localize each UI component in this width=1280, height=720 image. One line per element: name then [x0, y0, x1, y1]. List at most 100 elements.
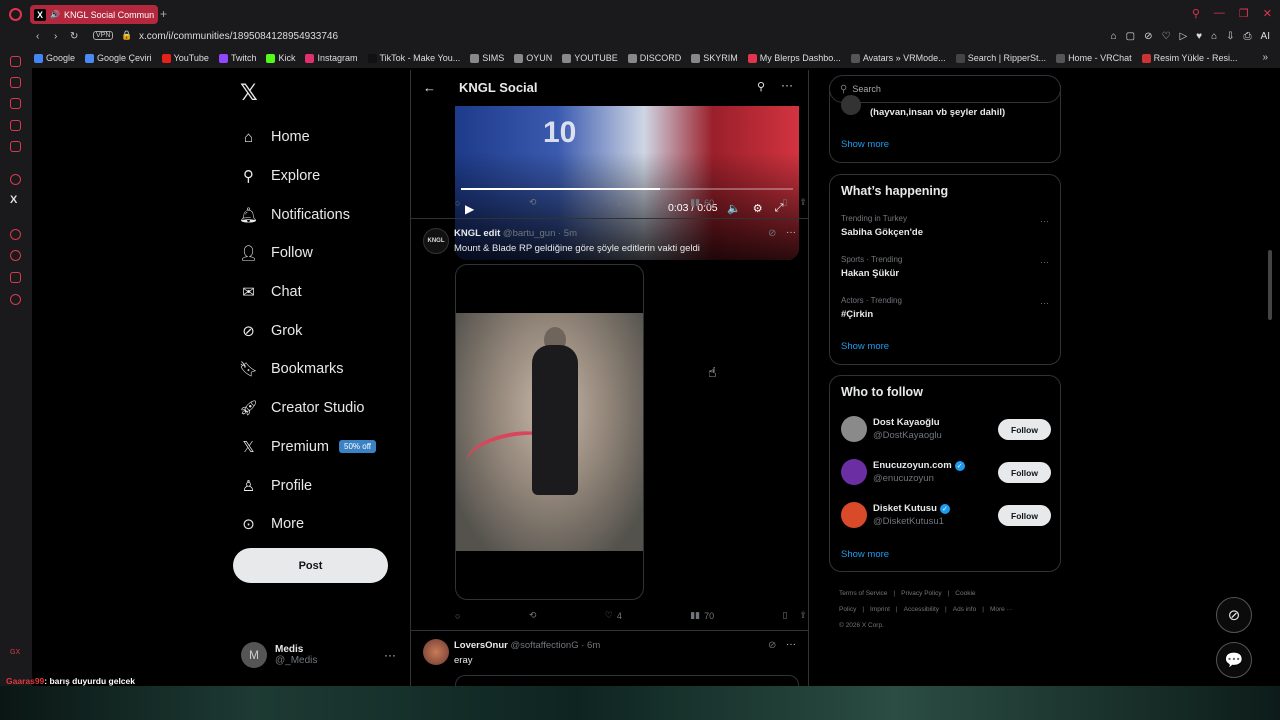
more-dots-icon[interactable]: ··· [1040, 216, 1049, 226]
sidebar-app-icon[interactable] [10, 77, 21, 88]
messages-float-button[interactable]: 💬 [1216, 642, 1252, 678]
nav-item-chat[interactable]: ✉ Chat [240, 273, 376, 312]
sidebar-settings-icon[interactable] [10, 294, 21, 305]
more-dots-icon[interactable]: ··· [1040, 257, 1049, 267]
sidebar-x-icon[interactable]: X [10, 194, 17, 206]
maximize-button[interactable]: ❐ [1239, 7, 1249, 20]
toolbar-icon[interactable]: ♡ [1162, 31, 1171, 42]
user-name[interactable]: Dost Kayaoğlu [873, 417, 940, 428]
like-button[interactable]: ♡ 4 [605, 610, 622, 621]
account-switcher[interactable]: M Medis @_Medis [241, 642, 317, 668]
avatar[interactable] [423, 639, 449, 665]
bookmark-icon[interactable]: ▯ [783, 197, 788, 208]
toolbar-icon[interactable]: ♥ [1196, 31, 1202, 42]
close-button[interactable]: ✕ [1263, 7, 1272, 20]
browser-tab[interactable]: X 🔊 KNGL Social Commun [30, 5, 158, 24]
bookmark-item[interactable]: Resim Yükle - Resi... [1141, 53, 1237, 63]
nav-item-bookmarks[interactable]: 🔖︎ Bookmarks [239, 350, 376, 389]
more-dots-icon[interactable]: ··· [781, 78, 793, 92]
footer-link[interactable]: More ··· [990, 606, 1013, 613]
toolbar-icon[interactable]: ⎙ [1244, 31, 1252, 42]
footer-link[interactable]: Privacy Policy [901, 590, 941, 597]
toolbar-icon[interactable]: ⌂ [1211, 31, 1217, 42]
search-icon[interactable]: ⚲ [1192, 7, 1200, 20]
more-dots-icon[interactable]: ··· [1040, 298, 1049, 308]
media-preview[interactable] [455, 675, 799, 686]
grok-icon[interactable]: ⊘ [768, 228, 776, 239]
user-name[interactable]: Disket Kutusu ✓ [873, 503, 950, 514]
minimize-button[interactable]: — [1214, 7, 1225, 20]
toolbar-icon[interactable]: ⌂ [1111, 31, 1117, 42]
bookmark-item[interactable]: Twitch [218, 53, 256, 63]
toolbar-icon[interactable]: ▢ [1126, 31, 1135, 42]
bookmark-item[interactable]: My Blerps Dashbo... [747, 53, 841, 63]
nav-item-notifications[interactable]: 🔔︎ Notifications [239, 195, 376, 234]
forward-icon[interactable]: › [54, 31, 57, 42]
video-player[interactable] [455, 264, 644, 600]
tweet-author[interactable]: LoversOnur @softaffectionG · 6m [454, 640, 600, 651]
nav-item-explore[interactable]: ⚲ Explore [240, 157, 376, 196]
nav-item-home[interactable]: ⌂ Home [240, 118, 376, 157]
search-icon[interactable]: ⚲ [757, 80, 765, 93]
trend-name[interactable]: #Çirkin [841, 309, 873, 320]
avatar[interactable] [841, 459, 867, 485]
footer-link[interactable]: Accessibility [904, 606, 939, 613]
nav-item-follow[interactable]: 👤︎ Follow [239, 234, 376, 273]
more-dots-icon[interactable]: ··· [384, 648, 396, 662]
post-button[interactable]: Post [233, 548, 388, 583]
sidebar-app-icon[interactable] [10, 98, 21, 109]
show-more-link[interactable]: Show more [841, 139, 889, 150]
show-more-link[interactable]: Show more [841, 549, 889, 560]
back-icon[interactable]: ‹ [36, 31, 39, 42]
reply-icon[interactable]: ○ [455, 198, 460, 208]
nav-item-grok[interactable]: ⊘ Grok [240, 311, 376, 350]
bookmark-item[interactable]: DISCORD [627, 53, 681, 63]
bookmark-item[interactable]: Google Çeviri [85, 53, 152, 63]
grok-icon[interactable]: ⊘ [768, 640, 776, 651]
avatar[interactable]: KNGL [423, 228, 449, 254]
show-more-link[interactable]: Show more [841, 341, 889, 352]
tweet-author[interactable]: KNGL edit @bartu_gun · 5m [454, 228, 577, 239]
nav-item-premium[interactable]: 𝕏 Premium 50% off [240, 428, 376, 467]
opera-logo-icon[interactable] [9, 8, 22, 21]
views-button[interactable]: ▮▮ 70 [690, 610, 714, 621]
reload-icon[interactable]: ↻ [70, 31, 78, 42]
bookmark-item[interactable]: Search | RipperSt... [955, 53, 1046, 63]
more-dots-icon[interactable]: ··· [786, 639, 796, 650]
vpn-badge[interactable]: VPN [93, 31, 114, 40]
video-progress-bar[interactable] [461, 188, 793, 190]
bookmark-item[interactable]: Home - VRChat [1056, 53, 1132, 63]
footer-link[interactable]: Imprint [870, 606, 890, 613]
follow-button[interactable]: Follow [998, 419, 1051, 440]
bookmark-item[interactable]: Google [34, 53, 75, 63]
sidebar-app-icon[interactable] [10, 272, 21, 283]
lock-icon[interactable]: 🔒 [121, 30, 132, 41]
bookmark-item[interactable]: Instagram [305, 53, 358, 63]
sidebar-app-icon[interactable] [10, 56, 21, 67]
nav-item-profile[interactable]: ♙ Profile [240, 466, 376, 505]
avatar[interactable] [841, 502, 867, 528]
more-dots-icon[interactable]: ··· [786, 227, 796, 238]
footer-link[interactable]: Terms of Service [839, 590, 887, 597]
bookmark-item[interactable]: TikTok - Make You... [367, 53, 460, 63]
sidebar-app-icon[interactable] [10, 141, 21, 152]
footer-link[interactable]: Ads info [953, 606, 977, 613]
new-tab-button[interactable]: + [160, 7, 167, 21]
bookmark-icon[interactable]: ▯ [783, 610, 788, 621]
sidebar-app-icon[interactable] [10, 229, 21, 240]
nav-item-creator-studio[interactable]: 🚀︎ Creator Studio [239, 389, 376, 428]
reply-icon[interactable]: ○ [455, 611, 460, 621]
bookmark-item[interactable]: Kick [266, 53, 295, 63]
url-field[interactable]: x.com/i/communities/1895084128954933746 [139, 31, 338, 42]
follow-button[interactable]: Follow [998, 505, 1051, 526]
like-button[interactable]: ♡ 1 [605, 197, 622, 208]
sidebar-app-icon[interactable] [10, 120, 21, 131]
share-icon[interactable]: ⇪ [799, 197, 807, 208]
share-icon[interactable]: ⇪ [799, 610, 807, 621]
bookmark-item[interactable]: SKYRIM [691, 53, 738, 63]
bookmark-item[interactable]: OYUN [514, 53, 552, 63]
nav-item-more[interactable]: ⊙ More [240, 505, 376, 544]
bookmarks-overflow-icon[interactable]: » [1262, 52, 1268, 63]
bookmark-item[interactable]: Avatars » VRMode... [850, 53, 946, 63]
repost-icon[interactable]: ⟲ [529, 610, 537, 621]
